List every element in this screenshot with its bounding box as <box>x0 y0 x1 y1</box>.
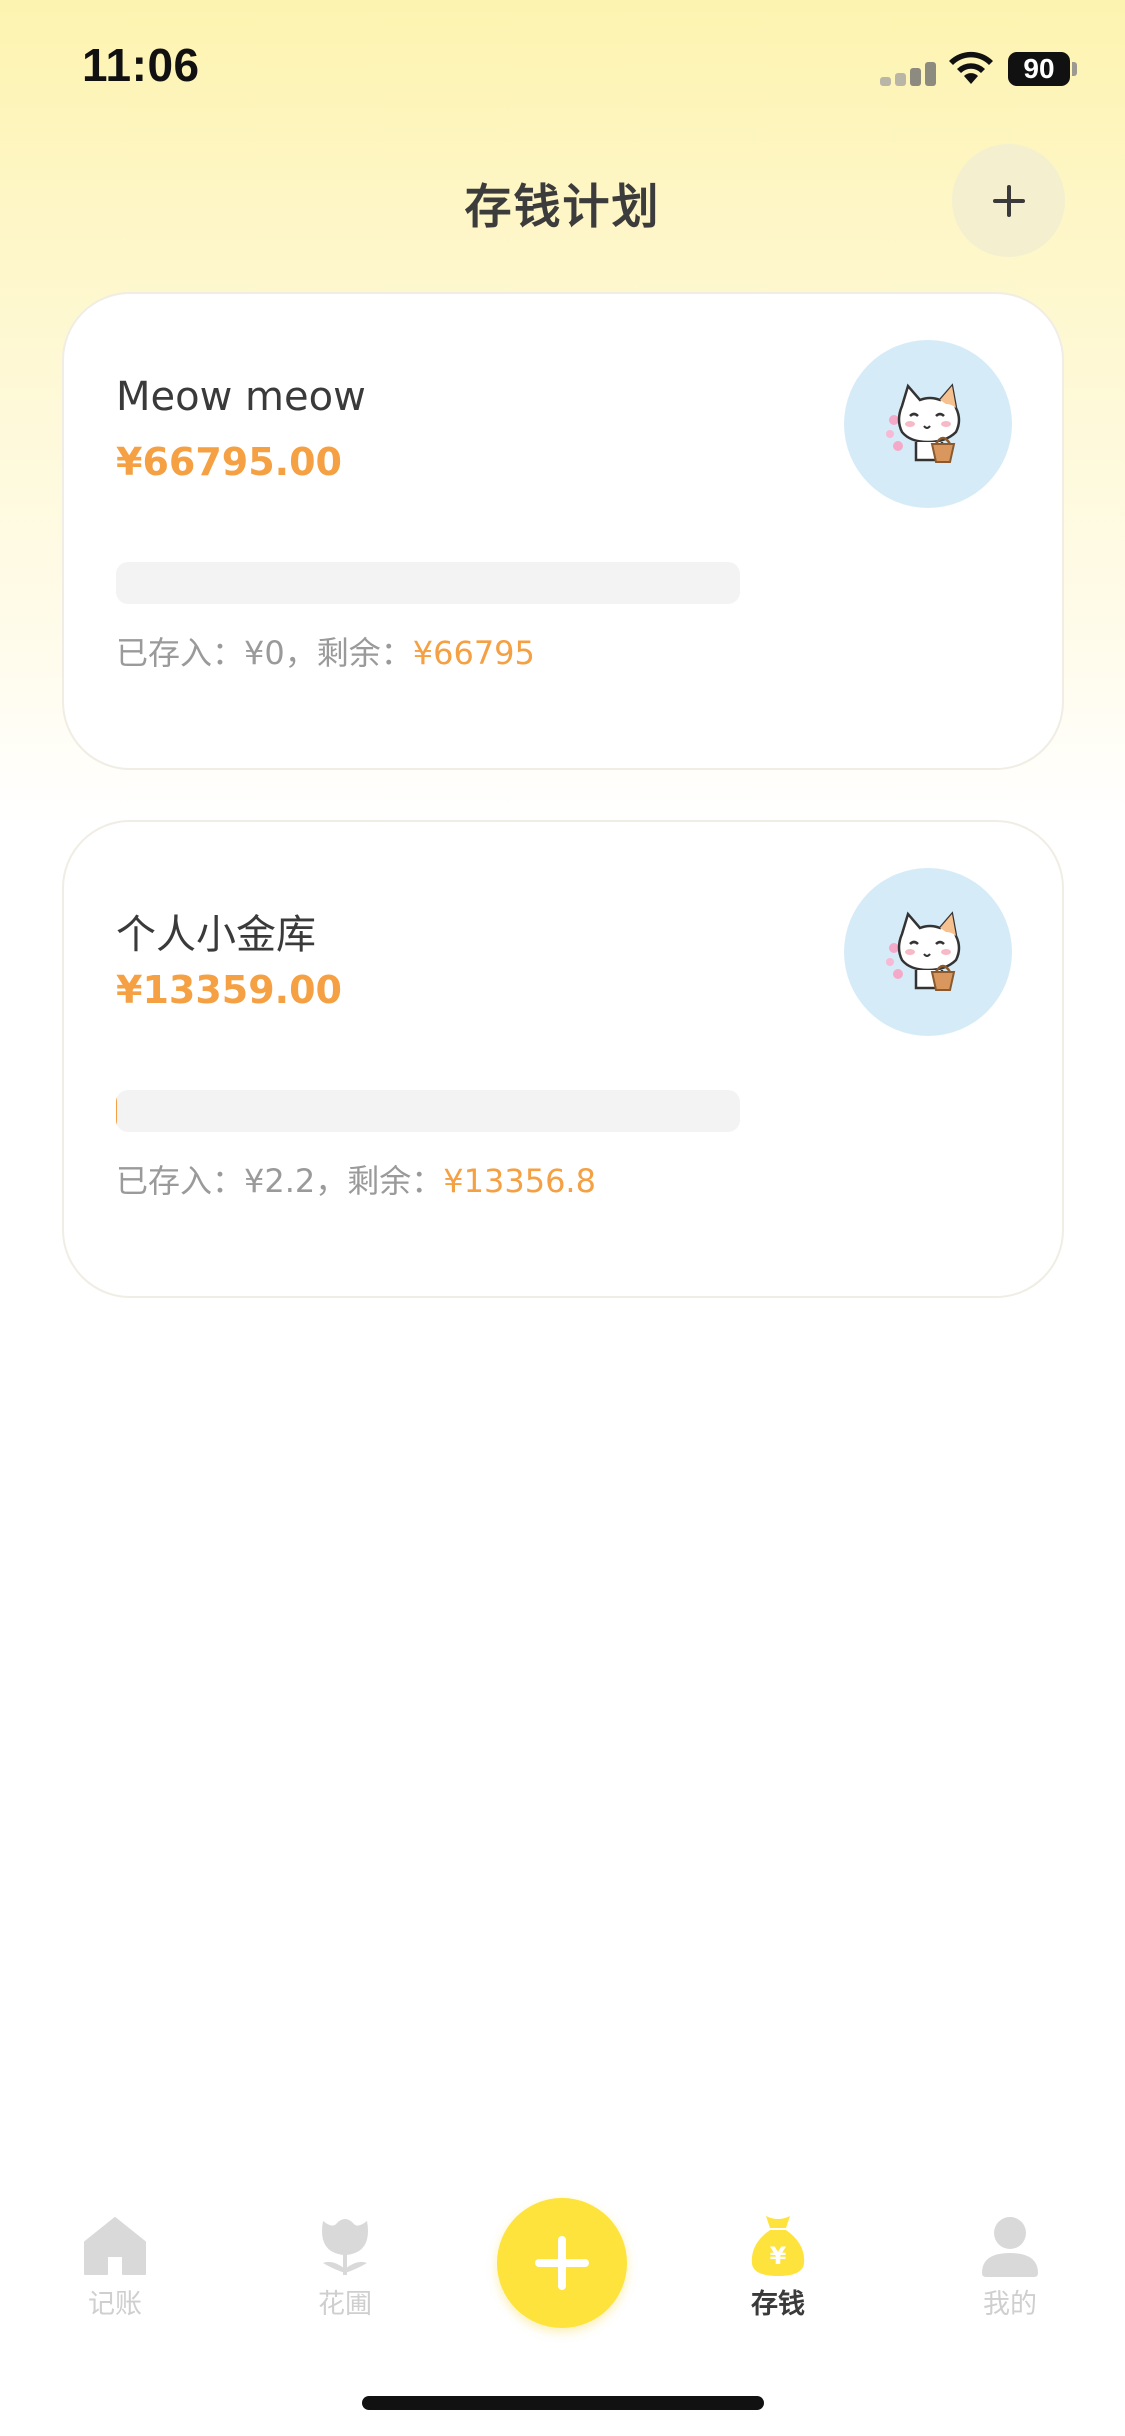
cellular-signal-icon <box>880 62 940 86</box>
tab-label: 存钱 <box>751 2289 805 2320</box>
plan-card[interactable]: Meow meow ¥66795.00 已存入：¥0，剩余：¥66795 <box>62 292 1064 770</box>
plan-summary: 已存入：¥0，剩余：¥66795 <box>116 628 535 674</box>
plus-icon <box>992 184 1025 217</box>
home-icon <box>84 2217 146 2275</box>
plan-target-amount: ¥13359.00 <box>116 968 342 1012</box>
flower-icon <box>322 2219 368 2275</box>
tab-bar: 记账 花圃 ¥ 存钱 我的 <box>0 2190 1125 2370</box>
add-record-button[interactable] <box>497 2198 627 2328</box>
progress-bar <box>116 562 740 604</box>
add-plan-button[interactable] <box>952 144 1065 257</box>
plus-icon <box>535 2236 589 2290</box>
progress-bar <box>116 1090 740 1132</box>
status-bar: 11:06 90 <box>0 0 1125 140</box>
wifi-icon <box>949 51 993 84</box>
tab-label: 花圃 <box>318 2289 372 2320</box>
plan-name: 个人小金库 <box>116 912 316 958</box>
svg-text:¥: ¥ <box>770 2242 787 2270</box>
tab-label: 记账 <box>88 2289 142 2320</box>
remaining-amount: ¥13356.8 <box>443 1162 596 1200</box>
cat-avatar-icon <box>886 911 961 991</box>
plan-avatar <box>844 868 1012 1036</box>
tab-label: 我的 <box>983 2289 1037 2320</box>
plan-target-amount: ¥66795.00 <box>116 440 342 484</box>
battery-icon: 90 <box>1008 52 1070 86</box>
status-time: 11:06 <box>82 39 200 91</box>
saved-amount-text: 已存入：¥2.2，剩余： <box>116 1162 444 1200</box>
person-icon <box>982 2217 1038 2277</box>
plan-summary: 已存入：¥2.2，剩余：¥13356.8 <box>116 1156 596 1202</box>
tab-bookkeeping[interactable]: 记账 <box>45 2214 185 2334</box>
remaining-amount: ¥66795 <box>412 634 535 672</box>
plan-card[interactable]: 个人小金库 ¥13359.00 已存入：¥2.2，剩余：¥13356.8 <box>62 820 1064 1298</box>
plan-name: Meow meow <box>116 374 366 420</box>
tab-profile[interactable]: 我的 <box>940 2214 1080 2334</box>
tab-savings[interactable]: ¥ 存钱 <box>708 2214 848 2334</box>
saved-amount-text: 已存入：¥0，剩余： <box>116 634 413 672</box>
plan-avatar <box>844 340 1012 508</box>
cat-avatar-icon <box>886 383 961 463</box>
battery-nub <box>1072 62 1077 76</box>
home-indicator <box>362 2396 764 2410</box>
tab-garden[interactable]: 花圃 <box>275 2214 415 2334</box>
money-bag-icon: ¥ <box>751 2216 805 2276</box>
